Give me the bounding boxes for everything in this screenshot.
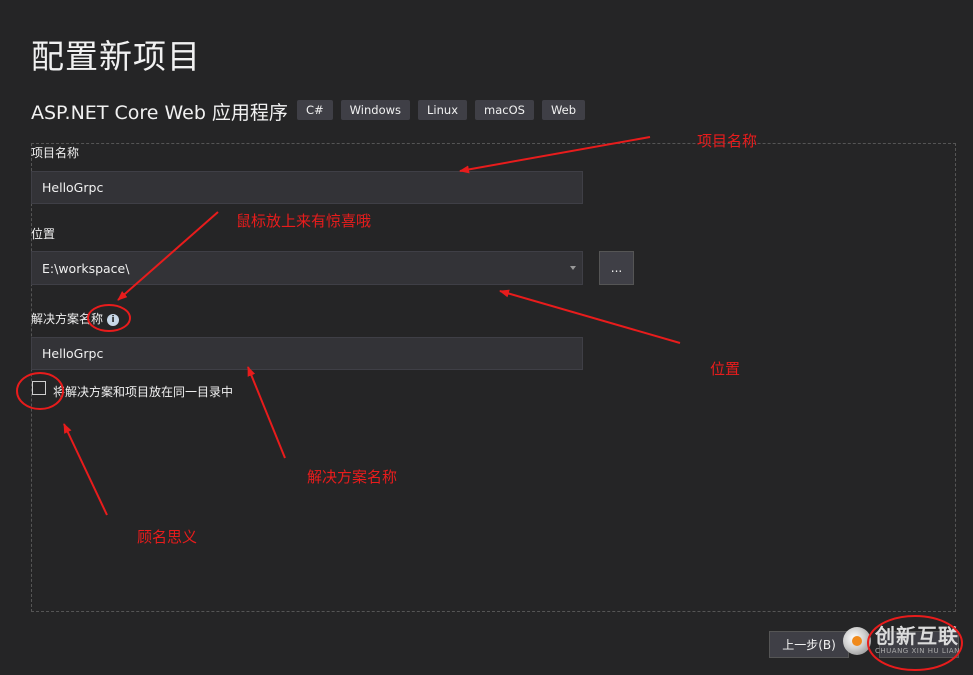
project-tags: C# Windows Linux macOS Web — [297, 100, 586, 120]
solution-name-input[interactable]: HelloGrpc — [31, 337, 583, 370]
solution-name-value: HelloGrpc — [42, 346, 104, 361]
annotation-self-explanatory: 顾名思义 — [137, 528, 198, 546]
solution-name-label-row: 解决方案名称 i — [31, 310, 120, 327]
same-directory-label: 将解决方案和项目放在同一目录中 — [53, 385, 234, 399]
project-name-value: HelloGrpc — [42, 180, 104, 195]
location-dropdown[interactable]: E:\workspace\ — [31, 251, 583, 285]
browse-button[interactable]: ... — [599, 251, 634, 285]
annotation-location: 位置 — [710, 360, 741, 378]
project-type-title: ASP.NET Core Web 应用程序 — [31, 102, 288, 124]
watermark-logo-icon — [843, 626, 871, 655]
page-title: 配置新项目 — [31, 37, 201, 76]
solution-name-label: 解决方案名称 — [31, 312, 104, 326]
tag-linux: Linux — [418, 100, 468, 120]
tag-macos: macOS — [475, 100, 534, 120]
annotation-solution-name: 解决方案名称 — [307, 468, 398, 486]
annotation-hover-tip: 鼠标放上来有惊喜哦 — [236, 212, 372, 230]
project-name-input[interactable]: HelloGrpc — [31, 171, 583, 204]
location-label: 位置 — [31, 227, 56, 241]
project-name-label: 项目名称 — [31, 146, 80, 160]
watermark: 创新互联 CHUANG XIN HU LIAN — [843, 626, 960, 655]
same-directory-checkbox[interactable] — [32, 381, 46, 395]
info-icon[interactable]: i — [107, 313, 120, 326]
tag-web: Web — [541, 100, 586, 120]
location-value: E:\workspace\ — [42, 260, 130, 276]
back-button[interactable]: 上一步(B) — [769, 631, 849, 658]
chevron-down-icon — [570, 266, 576, 270]
watermark-text: 创新互联 — [875, 624, 959, 648]
watermark-subtext: CHUANG XIN HU LIAN — [875, 647, 960, 655]
annotation-project-name: 项目名称 — [697, 132, 758, 150]
tag-windows: Windows — [340, 100, 411, 120]
tag-csharp: C# — [297, 100, 333, 120]
